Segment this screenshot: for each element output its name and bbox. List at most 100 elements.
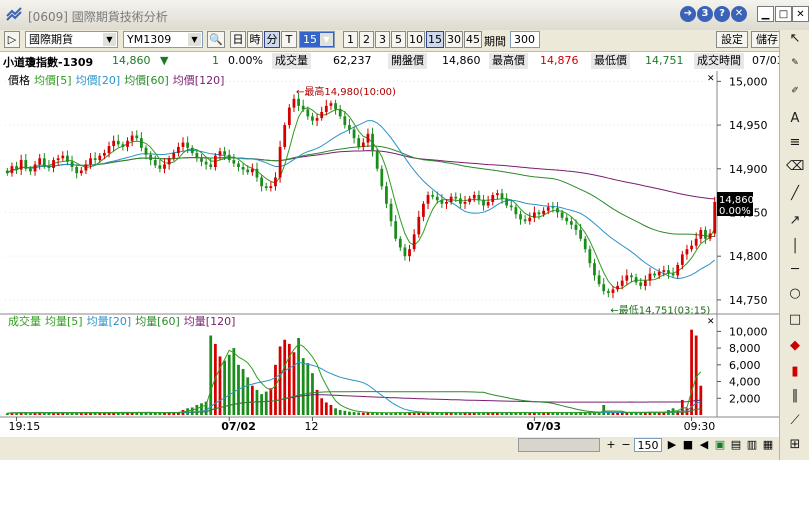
grid-tool-icon[interactable]: ⊞ xyxy=(786,436,804,454)
export-icon[interactable]: ▣ xyxy=(713,438,727,452)
columns-tool-icon[interactable]: ‖ xyxy=(786,387,804,405)
candle-body xyxy=(611,289,615,293)
current-pct-tag-text: 0.00% xyxy=(719,206,751,217)
interval-5[interactable]: 5 xyxy=(391,31,406,48)
chevron-down-icon[interactable]: ▼ xyxy=(188,33,201,46)
interval-10[interactable]: 10 xyxy=(407,31,425,48)
candle-body xyxy=(320,111,324,119)
cursor-icon[interactable]: ↖ xyxy=(786,30,804,48)
play-forward-icon[interactable]: ▶ xyxy=(665,438,679,452)
candle-body xyxy=(334,103,337,110)
candlestick-chart[interactable]: 15,00014,95014,90014,85014,80014,75010,0… xyxy=(0,71,779,437)
maximize-button[interactable]: □ xyxy=(775,6,792,22)
single-tool-icon[interactable]: ✎ xyxy=(786,54,804,72)
all-tool-icon[interactable]: ✐ xyxy=(786,82,804,100)
period-button-tick[interactable]: T xyxy=(281,31,297,48)
candle-body xyxy=(500,193,504,199)
image-icon[interactable]: ▦ xyxy=(761,438,775,452)
number-badge-icon[interactable]: 3 xyxy=(697,6,713,22)
search-icon[interactable]: 🔍 xyxy=(207,31,225,48)
volume-bar xyxy=(315,389,319,415)
zoom-in-icon[interactable]: + xyxy=(604,438,618,452)
candle-body xyxy=(338,109,342,117)
volume-bar xyxy=(324,402,328,415)
period-button-hour[interactable]: 時 xyxy=(247,31,263,48)
arrow-icon[interactable]: ➔ xyxy=(680,6,696,22)
candle-body xyxy=(176,146,180,154)
candle-body xyxy=(704,229,707,239)
minimize-button[interactable]: ▁ xyxy=(757,6,774,22)
text-tool-icon[interactable]: A xyxy=(786,110,804,128)
symbol-select[interactable]: YM1309 ▼ xyxy=(123,31,203,48)
interval-1[interactable]: 1 xyxy=(343,31,358,48)
zoom-value[interactable]: 150 xyxy=(634,438,662,452)
candle-body xyxy=(685,249,689,255)
play-icon[interactable]: ▷ xyxy=(4,31,20,48)
chart-background xyxy=(0,71,779,437)
zoom-bar: + − 150 ▶ ■ ◀ ▣ ▤ ▥ ▦ xyxy=(0,437,779,454)
period-button-day[interactable]: 日 xyxy=(230,31,246,48)
hline-tool-icon[interactable]: ≡ xyxy=(786,134,804,152)
candle-body xyxy=(24,160,28,169)
color-tool-icon[interactable]: ◆ xyxy=(786,337,804,355)
candle-body xyxy=(375,151,379,169)
volume-bar xyxy=(583,412,587,415)
chevron-down-icon[interactable]: ▼ xyxy=(103,33,116,46)
save-icon[interactable]: ▤ xyxy=(729,438,743,452)
interval-30[interactable]: 30 xyxy=(445,31,463,48)
candle-body xyxy=(565,217,569,222)
period-value-select[interactable]: 15 ▼ xyxy=(299,31,335,48)
zoom-out-icon[interactable]: − xyxy=(619,438,633,452)
stop-icon[interactable]: ■ xyxy=(681,438,695,452)
candle-body xyxy=(435,196,439,201)
price-legend-item: 均價[60] xyxy=(124,73,169,87)
print-icon[interactable]: ▥ xyxy=(745,438,759,452)
candle-body xyxy=(250,168,254,173)
candle-body xyxy=(412,234,416,250)
candle-body xyxy=(329,103,333,106)
interval-15[interactable]: 15 xyxy=(426,31,444,48)
candle-body xyxy=(472,195,476,199)
circle-tool-icon[interactable]: ○ xyxy=(786,285,804,303)
period-button-minute[interactable]: 分 xyxy=(264,31,280,48)
interval-3[interactable]: 3 xyxy=(375,31,390,48)
chevron-down-icon[interactable]: ▼ xyxy=(320,33,333,46)
interval-2[interactable]: 2 xyxy=(359,31,374,48)
volume-bar xyxy=(311,373,314,415)
candle-body xyxy=(195,153,199,159)
horizontal-line-icon[interactable]: ─ xyxy=(786,261,804,279)
quote-bar: 小道瓊指數-1309 14,860 ▼ 1 0.00% 成交量 62,237 開… xyxy=(0,51,784,72)
candle-body xyxy=(491,195,495,202)
eraser-icon[interactable]: ⌫ xyxy=(786,158,804,176)
volume-legend-item: 均量[120] xyxy=(184,315,236,328)
bars-tool-icon[interactable]: ▮ xyxy=(786,363,804,381)
volume-bar xyxy=(556,412,559,415)
candle-body xyxy=(454,196,458,199)
candle-body xyxy=(107,146,111,154)
horizontal-scrollbar[interactable] xyxy=(518,438,600,452)
candle-body xyxy=(283,125,287,147)
volume-bar xyxy=(334,408,337,415)
vline-tool-icon[interactable]: │ xyxy=(786,238,804,256)
step-back-icon[interactable]: ◀ xyxy=(697,438,711,452)
close-button[interactable]: ✕ xyxy=(792,6,809,22)
settings-button[interactable]: 設定 xyxy=(716,31,748,48)
candle-body xyxy=(301,105,305,110)
period-count-input[interactable]: 300 xyxy=(510,31,540,48)
candle-body xyxy=(569,221,573,225)
candle-body xyxy=(542,210,546,215)
close-circle-icon[interactable]: ✕ xyxy=(731,6,747,22)
rect-tool-icon[interactable]: □ xyxy=(786,311,804,329)
high-annotation: ←最高14,980(10:00) xyxy=(296,85,396,98)
last-price: 14,860 xyxy=(112,54,151,67)
candle-body xyxy=(408,249,411,257)
arrow-line-tool-icon[interactable]: ↗ xyxy=(786,212,804,230)
line-tool-icon[interactable]: ╱ xyxy=(786,185,804,203)
candle-body xyxy=(135,135,139,139)
market-select[interactable]: 國際期貨 ▼ xyxy=(25,31,118,48)
volume-bar xyxy=(616,412,619,415)
interval-45[interactable]: 45 xyxy=(464,31,482,48)
candle-body xyxy=(445,201,448,204)
help-icon[interactable]: ? xyxy=(714,6,730,22)
fan-tool-icon[interactable]: ⟋ xyxy=(786,412,804,430)
